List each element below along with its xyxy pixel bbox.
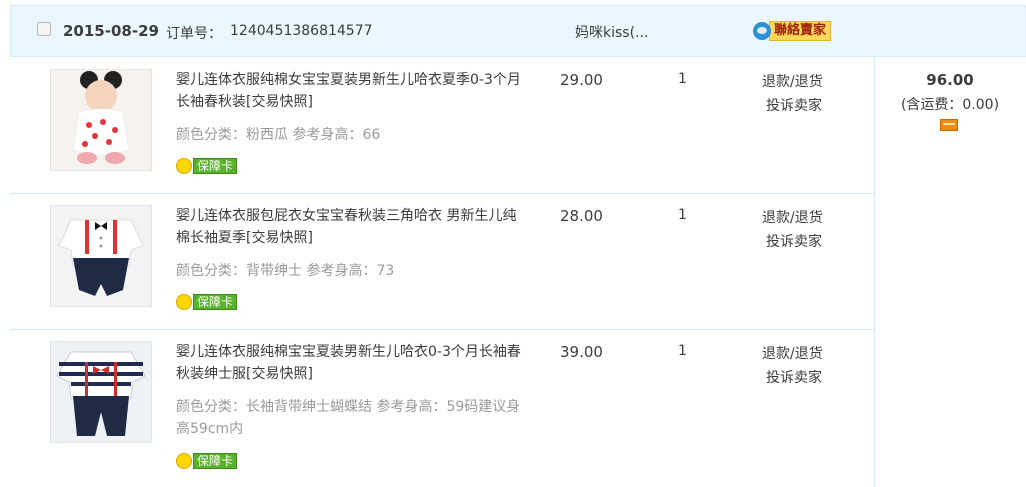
product-thumbnail[interactable] (50, 205, 152, 307)
complain-seller-link[interactable]: 投诉卖家 (766, 367, 876, 387)
product-thumbnail[interactable] (50, 69, 152, 171)
contact-seller-button[interactable]: 聯絡賣家 (753, 21, 832, 41)
chat-bubble-icon (753, 22, 771, 40)
quantity: 1 (678, 71, 687, 87)
unit-price: 29.00 (560, 71, 603, 89)
guarantee-card-label: 保障卡 (193, 294, 238, 310)
flower-badge-icon (176, 294, 192, 310)
order-item-row: 婴儿连体衣服纯棉宝宝夏装男新生儿哈衣0-3个月长袖春秋装绅士服[交易快照] 颜色… (10, 329, 874, 487)
guarantee-card-label: 保障卡 (193, 453, 238, 469)
order-item-row: 婴儿连体衣服包屁衣女宝宝春秋装三角哈衣 男新生儿纯棉长袖夏季[交易快照] 颜色分… (10, 193, 874, 330)
order-summary: 96.00 (含运费：0.00) (874, 57, 1026, 485)
order-number-label: 订单号： (166, 26, 222, 42)
product-spec: 颜色分类：背带绅士 参考身高：73 (176, 263, 395, 279)
unit-price: 28.00 (560, 207, 603, 225)
credit-card-icon[interactable] (940, 119, 958, 131)
refund-link[interactable]: 退款/退货 (762, 71, 872, 91)
shipping-fee: (含运费：0.00) (900, 97, 1000, 113)
flower-badge-icon (176, 453, 192, 469)
order-select-checkbox[interactable] (37, 22, 51, 36)
product-thumbnail[interactable] (50, 341, 152, 443)
quantity: 1 (678, 343, 687, 359)
quantity: 1 (678, 207, 687, 223)
product-spec: 颜色分类：长袖背带绅士蝴蝶结 参考身高：59码建议身高59cm内 (176, 399, 521, 437)
product-title-link[interactable]: 婴儿连体衣服包屁衣女宝宝春秋装三角哈衣 男新生儿纯棉长袖夏季[交易快照] (176, 205, 521, 249)
order-card: 2015-08-29 订单号： 1240451386814577 妈咪kiss(… (10, 5, 1026, 487)
contact-seller-label: 聯絡賣家 (769, 21, 832, 41)
order-number: 1240451386814577 (230, 23, 373, 39)
order-items: 婴儿连体衣服纯棉女宝宝夏装男新生儿哈衣夏季0-3个月长袖春秋装[交易快照] 颜色… (10, 57, 875, 487)
guarantee-card-badge[interactable]: 保障卡 (176, 452, 238, 470)
refund-link[interactable]: 退款/退货 (762, 343, 872, 363)
product-title-link[interactable]: 婴儿连体衣服纯棉女宝宝夏装男新生儿哈衣夏季0-3个月长袖春秋装[交易快照] (176, 69, 521, 113)
order-total: 96.00 (926, 71, 974, 89)
product-title-link[interactable]: 婴儿连体衣服纯棉宝宝夏装男新生儿哈衣0-3个月长袖春秋装绅士服[交易快照] (176, 341, 521, 385)
refund-link[interactable]: 退款/退货 (762, 207, 872, 227)
unit-price: 39.00 (560, 343, 603, 361)
flower-badge-icon (176, 158, 192, 174)
shop-name-link[interactable]: 妈咪kiss(... (575, 22, 648, 42)
guarantee-card-label: 保障卡 (193, 158, 238, 174)
order-header: 2015-08-29 订单号： 1240451386814577 妈咪kiss(… (10, 5, 1026, 57)
complain-seller-link[interactable]: 投诉卖家 (766, 231, 876, 251)
product-spec: 颜色分类：粉西瓜 参考身高：66 (176, 127, 381, 143)
order-item-row: 婴儿连体衣服纯棉女宝宝夏装男新生儿哈衣夏季0-3个月长袖春秋装[交易快照] 颜色… (10, 57, 874, 194)
order-date: 2015-08-29 (63, 22, 159, 40)
complain-seller-link[interactable]: 投诉卖家 (766, 95, 876, 115)
guarantee-card-badge[interactable]: 保障卡 (176, 293, 238, 311)
guarantee-card-badge[interactable]: 保障卡 (176, 157, 238, 175)
